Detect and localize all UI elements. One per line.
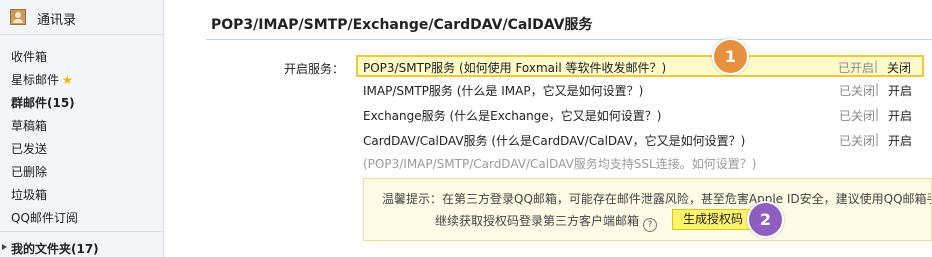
main-content: POP3/IMAP/SMTP/Exchange/CardDAV/CalDAV服务… xyxy=(171,0,932,257)
warning-tip-box: 温馨提示：在第三方登录QQ邮箱，可能存在邮件泄露风险，甚至危害Apple ID安… xyxy=(363,178,932,241)
service-description[interactable]: CardDAV/CalDAV服务 (什么是CardDAV/CalDAV，它又是如… xyxy=(363,132,745,149)
sidebar-item-sent[interactable]: 已发送 xyxy=(11,140,47,157)
tip-text: 温馨提示：在第三方登录QQ邮箱，可能存在邮件泄露风险，甚至危害Apple ID安… xyxy=(382,192,932,206)
service-toggle-link[interactable]: 开启 xyxy=(888,82,912,99)
step-badge-2: 2 xyxy=(747,201,784,238)
sidebar-item-label: 星标邮件 xyxy=(11,73,60,87)
page-title: POP3/IMAP/SMTP/Exchange/CardDAV/CalDAV服务 xyxy=(211,17,593,33)
sidebar-divider xyxy=(0,231,163,232)
service-status: 已关闭 xyxy=(839,109,876,123)
separator: | xyxy=(875,107,880,121)
title-divider xyxy=(206,39,932,40)
service-toggle-link[interactable]: 开启 xyxy=(888,132,912,149)
tip-text-line2: 继续获取授权码登录第三方客户端邮箱 xyxy=(435,214,640,228)
sidebar-item-group-mail[interactable]: 群邮件(15) xyxy=(11,94,75,111)
sidebar-item-inbox[interactable]: 收件箱 xyxy=(11,48,47,65)
tip-text-continued: 继续获取授权码登录第三方客户端邮箱? xyxy=(435,212,658,232)
service-description[interactable]: POP3/SMTP服务 (如何使用 Foxmail 等软件收发邮件？) xyxy=(363,59,666,76)
contacts-icon xyxy=(10,9,26,25)
help-icon[interactable]: ? xyxy=(643,218,658,232)
sidebar-item-my-folders[interactable]: 我的文件夹(17) xyxy=(11,240,99,257)
separator: | xyxy=(874,59,879,73)
sidebar-item-starred[interactable]: 星标邮件 ★ xyxy=(11,71,73,88)
service-row-carddav: CardDAV/CalDAV服务 (什么是CardDAV/CalDAV，它又是如… xyxy=(357,129,923,149)
mail-settings-page: 通讯录 收件箱 星标邮件 ★ 群邮件(15) 草稿箱 已发送 已删除 垃圾箱 QQ… xyxy=(0,0,932,257)
service-row-pop3: POP3/SMTP服务 (如何使用 Foxmail 等软件收发邮件？) 已开启 … xyxy=(356,55,924,77)
separator: | xyxy=(875,82,880,96)
sidebar: 通讯录 收件箱 星标邮件 ★ 群邮件(15) 草稿箱 已发送 已删除 垃圾箱 QQ… xyxy=(0,0,164,257)
contacts-label: 通讯录 xyxy=(37,13,77,28)
sidebar-item-spam[interactable]: 垃圾箱 xyxy=(11,186,47,203)
service-description[interactable]: IMAP/SMTP服务 (什么是 IMAP，它又是如何设置？) xyxy=(363,82,643,99)
service-toggle-link[interactable]: 开启 xyxy=(888,107,912,124)
contacts-link[interactable]: 通讯录 xyxy=(0,0,163,35)
open-service-label: 开启服务： xyxy=(284,62,345,76)
sidebar-item-subscriptions[interactable]: QQ邮件订阅 xyxy=(11,209,78,226)
service-status: 已开启 xyxy=(838,61,875,75)
service-row-exchange: Exchange服务 (什么是Exchange，它又是如何设置？) 已关闭 | … xyxy=(357,104,923,124)
service-status: 已关闭 xyxy=(839,134,876,148)
sidebar-item-deleted[interactable]: 已删除 xyxy=(11,163,47,180)
ssl-note[interactable]: (POP3/IMAP/SMTP/CardDAV/CalDAV服务均支持SSL连接… xyxy=(363,155,756,172)
expand-triangle-icon[interactable] xyxy=(2,244,7,250)
service-status: 已关闭 xyxy=(839,84,876,98)
step-badge-1: 1 xyxy=(712,38,749,75)
service-row-imap: IMAP/SMTP服务 (什么是 IMAP，它又是如何设置？) 已关闭 | 开启 xyxy=(357,79,923,99)
separator: | xyxy=(875,132,880,146)
service-toggle-link[interactable]: 关闭 xyxy=(887,59,911,76)
generate-auth-code-button[interactable]: 生成授权码 xyxy=(672,209,754,230)
service-description[interactable]: Exchange服务 (什么是Exchange，它又是如何设置？) xyxy=(363,107,661,124)
sidebar-item-drafts[interactable]: 草稿箱 xyxy=(11,117,47,134)
star-icon: ★ xyxy=(62,73,73,87)
